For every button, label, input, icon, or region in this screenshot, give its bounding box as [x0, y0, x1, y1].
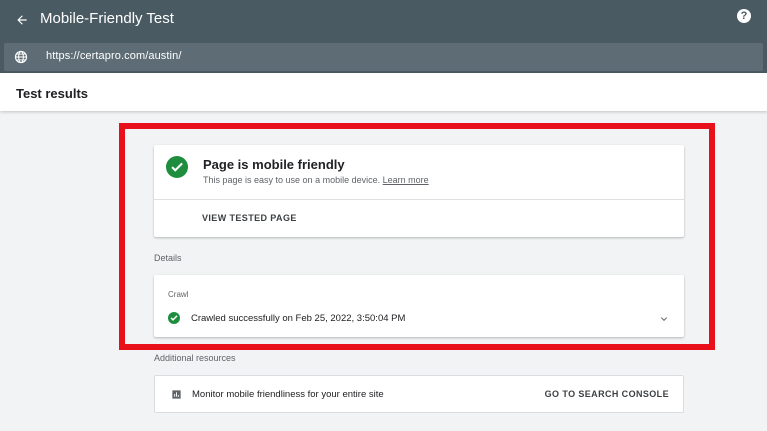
resource-text: Monitor mobile friendliness for your ent…: [192, 389, 384, 400]
url-input[interactable]: https://certapro.com/austin/: [4, 43, 763, 71]
additional-resources-label: Additional resources: [154, 353, 236, 363]
result-description: This page is easy to use on a mobile dev…: [203, 175, 429, 185]
results-header: Test results: [0, 73, 767, 111]
details-label: Details: [154, 253, 182, 263]
check-circle-icon: [168, 312, 180, 324]
app-header: Mobile-Friendly Test ?: [0, 0, 767, 41]
crawl-title: Crawl: [168, 290, 189, 299]
back-button[interactable]: [10, 8, 34, 32]
chevron-down-icon[interactable]: [658, 313, 670, 325]
card-divider: [154, 199, 684, 200]
learn-more-link[interactable]: Learn more: [383, 175, 429, 185]
crawl-status: Crawled successfully on Feb 25, 2022, 3:…: [191, 313, 406, 324]
url-bar: https://certapro.com/austin/: [0, 41, 767, 73]
bar-chart-icon: [172, 390, 181, 399]
url-value: https://certapro.com/austin/: [46, 50, 182, 62]
crawl-card[interactable]: Crawl Crawled successfully on Feb 25, 20…: [154, 275, 684, 337]
result-description-text: This page is easy to use on a mobile dev…: [203, 175, 381, 185]
result-heading: Page is mobile friendly: [203, 157, 345, 172]
go-to-search-console-button[interactable]: GO TO SEARCH CONSOLE: [545, 389, 669, 399]
results-title: Test results: [16, 86, 89, 101]
resource-card: Monitor mobile friendliness for your ent…: [154, 375, 684, 413]
view-tested-page-button[interactable]: VIEW TESTED PAGE: [202, 213, 297, 223]
globe-icon: [14, 50, 28, 64]
help-circle-icon[interactable]: ?: [737, 9, 751, 23]
check-circle-icon: [166, 156, 188, 178]
arrow-left-icon: [17, 15, 27, 25]
app-title: Mobile-Friendly Test: [40, 10, 174, 27]
result-summary-card: Page is mobile friendly This page is eas…: [154, 145, 684, 237]
